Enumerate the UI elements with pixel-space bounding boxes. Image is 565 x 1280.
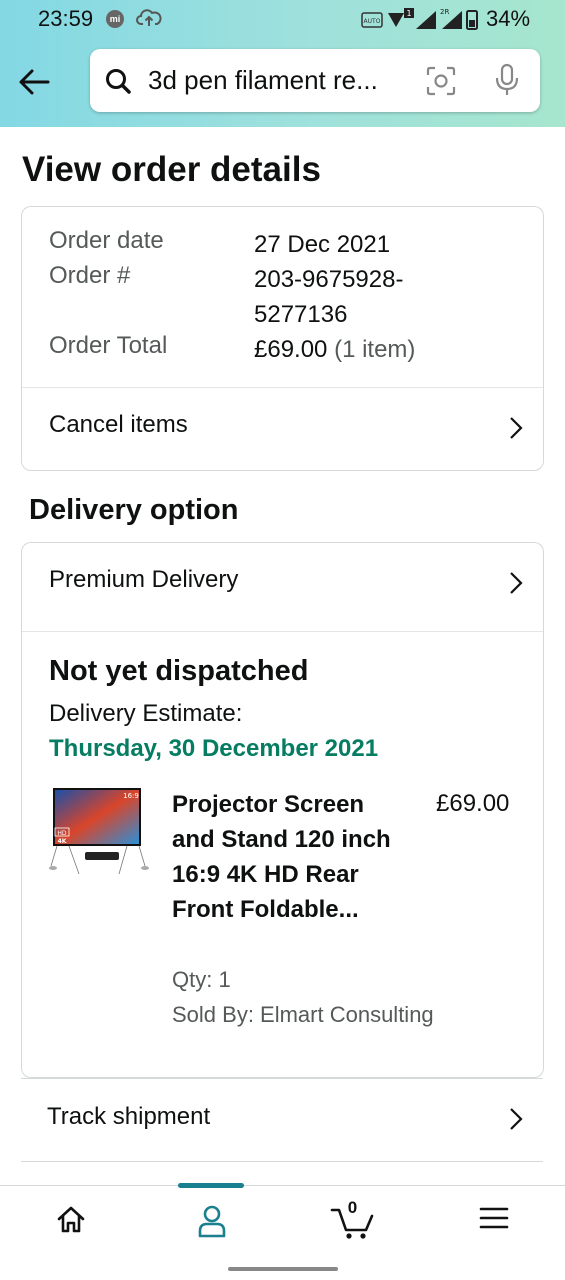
order-number-line2: 5277136 bbox=[254, 301, 348, 328]
cart-icon bbox=[330, 1208, 373, 1239]
product-image-4k-text: 4K bbox=[58, 838, 67, 845]
bottom-navigation: 0 bbox=[0, 1183, 565, 1258]
product-price: £69.00 bbox=[436, 790, 510, 817]
gesture-bar bbox=[228, 1267, 338, 1271]
product-title-link[interactable]: Projector Screen and Stand 120 inch 16:9… bbox=[172, 787, 392, 927]
shipment-status: Not yet dispatched bbox=[49, 655, 309, 687]
search-icon bbox=[106, 69, 131, 94]
app-header: 23:59 mi AUTO 1 2R 34% 3d pen filament r… bbox=[0, 0, 565, 127]
order-number-label: Order # bbox=[49, 262, 131, 289]
search-bar[interactable]: 3d pen filament re... bbox=[90, 49, 540, 112]
status-bar: 23:59 mi AUTO 1 2R 34% bbox=[0, 0, 565, 40]
track-shipment-button[interactable]: Track shipment bbox=[21, 1078, 543, 1162]
nav-cart[interactable]: 0 bbox=[282, 1186, 423, 1258]
chevron-right-icon bbox=[510, 417, 523, 439]
signal-wifi-icons: AUTO 1 2R bbox=[361, 8, 478, 30]
order-total-value: £69.00 (1 item) bbox=[254, 332, 415, 367]
order-total-amount: £69.00 bbox=[254, 336, 328, 363]
nav-home[interactable] bbox=[0, 1186, 141, 1258]
delivery-estimate-date: Thursday, 30 December 2021 bbox=[49, 735, 379, 762]
hamburger-menu-icon bbox=[479, 1207, 508, 1229]
page-title: View order details bbox=[22, 150, 321, 189]
product-image-ratio-text: 16:9 bbox=[123, 792, 139, 800]
nav-account[interactable] bbox=[141, 1186, 282, 1258]
product-seller: Sold By: Elmart Consulting bbox=[172, 1002, 434, 1027]
battery-level: 34% bbox=[486, 6, 531, 31]
divider bbox=[22, 631, 543, 632]
home-icon bbox=[57, 1206, 84, 1233]
order-item-count: (1 item) bbox=[334, 336, 416, 363]
delivery-card: Premium Delivery Not yet dispatched Deli… bbox=[21, 542, 544, 1078]
order-date-value: 27 Dec 2021 bbox=[254, 231, 391, 258]
chevron-right-icon bbox=[510, 572, 523, 594]
cancel-items-label: Cancel items bbox=[49, 411, 188, 438]
product-quantity: Qty: 1 bbox=[172, 967, 231, 992]
svg-text:1: 1 bbox=[406, 9, 411, 18]
mi-notification-icon: mi bbox=[106, 10, 124, 28]
microphone-icon[interactable] bbox=[494, 63, 520, 97]
nav-menu[interactable] bbox=[423, 1186, 564, 1258]
chevron-right-icon bbox=[510, 1108, 523, 1130]
search-input[interactable]: 3d pen filament re... bbox=[148, 65, 412, 96]
svg-text:2R: 2R bbox=[440, 8, 449, 16]
track-shipment-label: Track shipment bbox=[47, 1103, 211, 1130]
back-arrow-icon[interactable] bbox=[14, 62, 54, 102]
delivery-estimate-label: Delivery Estimate: bbox=[49, 700, 243, 727]
premium-delivery-button[interactable]: Premium Delivery bbox=[22, 543, 543, 631]
svg-text:AUTO: AUTO bbox=[364, 18, 381, 25]
order-number-line1: 203-9675928- bbox=[254, 266, 404, 293]
order-total-label: Order Total bbox=[49, 332, 168, 359]
cancel-items-button[interactable]: Cancel items bbox=[22, 388, 543, 468]
cloud-upload-icon bbox=[136, 9, 162, 26]
account-person-icon bbox=[198, 1205, 225, 1238]
status-time: 23:59 bbox=[38, 6, 94, 31]
delivery-section-title: Delivery option bbox=[29, 494, 239, 526]
order-date-label: Order date bbox=[49, 227, 164, 254]
product-image[interactable]: 16:9 HD 4K bbox=[49, 786, 149, 881]
camera-search-icon[interactable] bbox=[426, 66, 456, 96]
order-summary-card: Order date 27 Dec 2021 Order # 203-96759… bbox=[21, 206, 544, 471]
delivery-option-label: Premium Delivery bbox=[49, 566, 239, 593]
product-image-hd-text: HD bbox=[57, 830, 67, 837]
